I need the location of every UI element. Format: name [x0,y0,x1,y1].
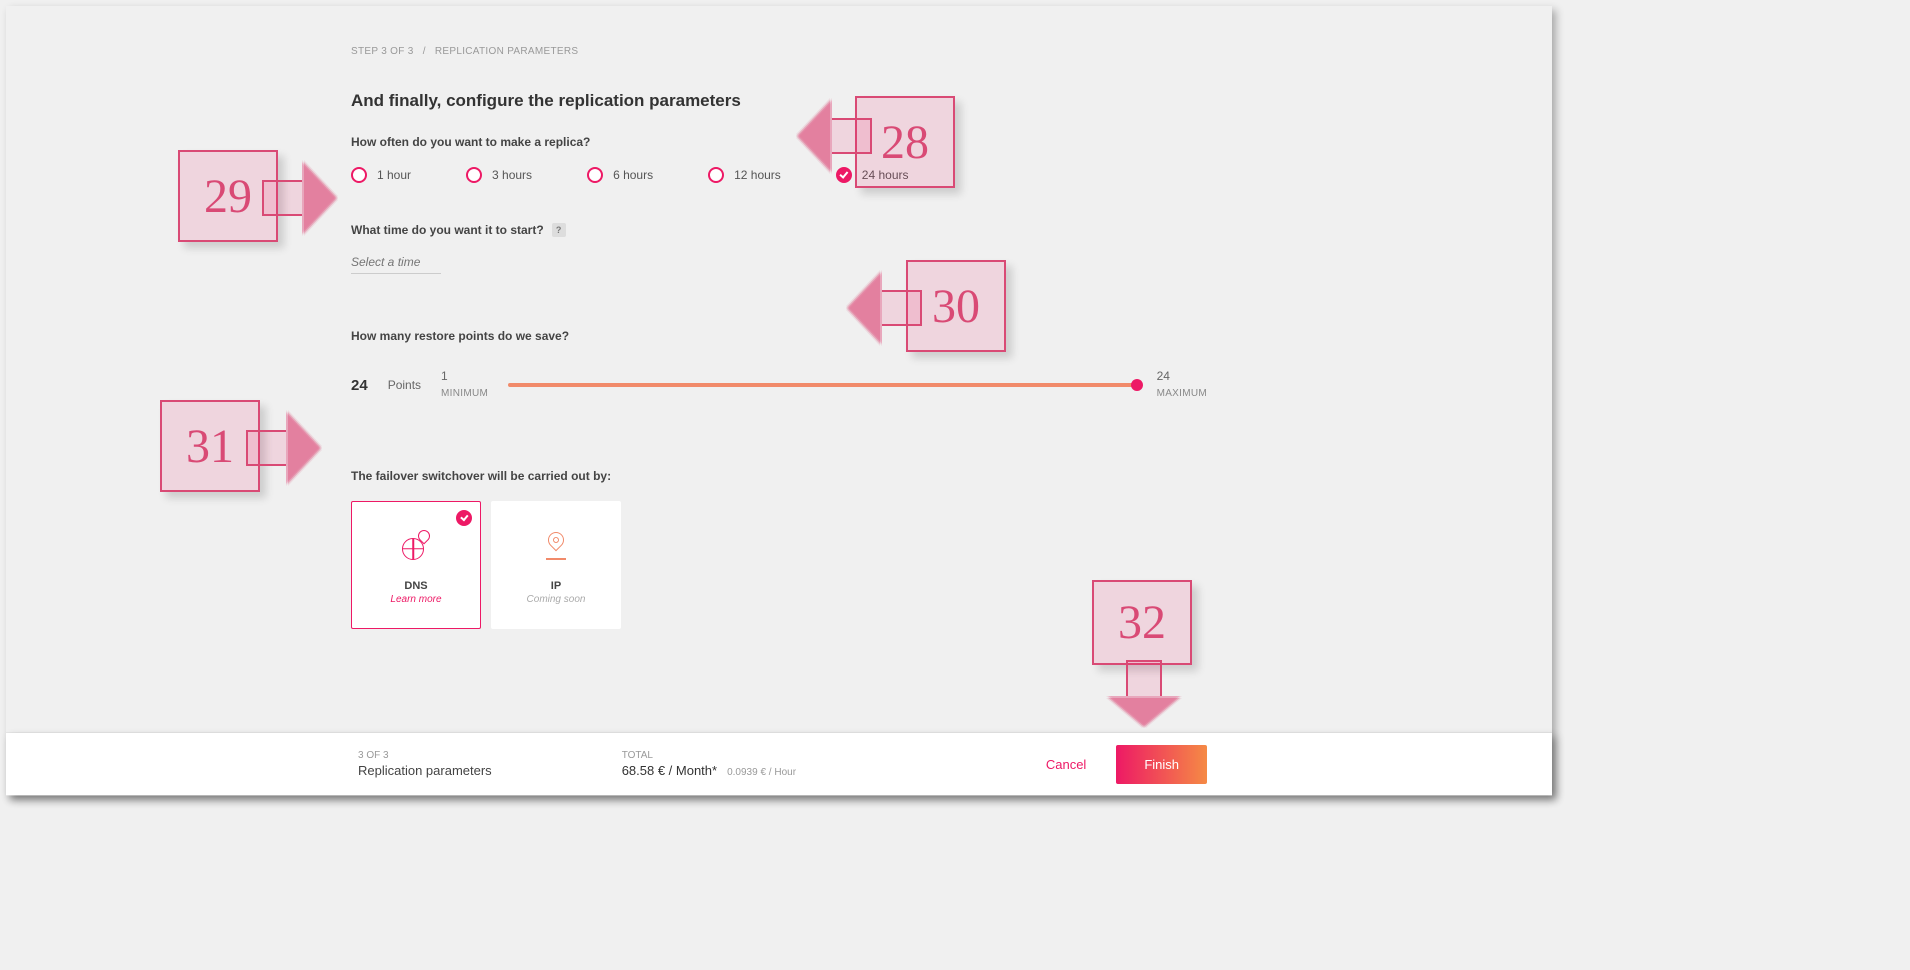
globe-pin-icon [400,532,432,564]
annotation-number: 32 [1094,582,1190,663]
frequency-radio-row: 1 hour 3 hours 6 hours 12 hours 24 hours [351,167,1207,183]
footer-left: 3 OF 3 Replication parameters TOTAL 68.5… [358,750,796,778]
footer-step-count: 3 OF 3 [358,750,492,761]
content-wrap: STEP 3 OF 3 / REPLICATION PARAMETERS And… [6,6,1552,659]
footer-total: TOTAL 68.58 € / Month* 0.0939 € / Hour [622,750,796,778]
breadcrumb-step: STEP 3 OF 3 [351,46,414,57]
radio-3hours[interactable]: 3 hours [466,167,532,183]
footer-price-hour: 0.0939 € / Hour [727,767,796,778]
radio-label: 3 hours [492,168,532,182]
failover-card-dns[interactable]: DNS Learn more [351,501,481,629]
cancel-button[interactable]: Cancel [1046,757,1086,772]
arrow-right-icon [246,430,320,466]
breadcrumb: STEP 3 OF 3 / REPLICATION PARAMETERS [351,46,1207,57]
failover-label: The failover switchover will be carried … [351,469,1207,483]
footer-step-name: Replication parameters [358,763,492,778]
slider-min-label: MINIMUM [441,388,488,399]
slider-max-val: 24 [1157,369,1207,383]
help-icon[interactable]: ? [552,223,566,237]
breadcrumb-sep: / [423,46,426,57]
radio-label: 6 hours [613,168,653,182]
start-time-label: What time do you want it to start? [351,223,544,237]
slider-max: 24 MAXIMUM [1157,369,1207,401]
arrow-left-icon [848,290,922,326]
failover-card-ip: IP Coming soon [491,501,621,629]
radio-icon [587,167,603,183]
slider-max-label: MAXIMUM [1157,388,1207,399]
annotation-32: 32 [1092,580,1192,665]
footer-bar: 3 OF 3 Replication parameters TOTAL 68.5… [6,733,1552,795]
breadcrumb-page: REPLICATION PARAMETERS [435,46,578,57]
annotation-number: 31 [162,402,258,490]
slider-min: 1 MINIMUM [441,369,488,401]
radio-icon [351,167,367,183]
card-learn-more-link[interactable]: Learn more [390,594,441,605]
arrow-right-icon [262,180,336,216]
annotation-number: 30 [908,262,1004,350]
slider-track [508,383,1136,387]
arrow-down-icon [1126,660,1162,726]
footer-price-month: 68.58 € / Month* [622,763,717,778]
restore-unit: Points [388,378,421,392]
radio-6hours[interactable]: 6 hours [587,167,653,183]
radio-label: 1 hour [377,168,411,182]
card-coming-soon: Coming soon [527,594,586,605]
footer-total-label: TOTAL [622,750,796,761]
check-icon [456,510,472,526]
footer-step: 3 OF 3 Replication parameters [358,750,492,778]
radio-icon [708,167,724,183]
radio-icon [466,167,482,183]
failover-card-row: DNS Learn more IP Coming soon [351,501,1207,629]
frequency-label: How often do you want to make a replica? [351,135,1207,149]
radio-12hours[interactable]: 12 hours [708,167,781,183]
restore-value: 24 [351,377,368,394]
restore-slider[interactable] [508,383,1136,387]
annotation-31: 31 [160,400,260,492]
card-title: DNS [404,580,427,592]
start-time-input[interactable] [351,251,441,274]
radio-label: 12 hours [734,168,781,182]
restore-label: How many restore points do we save? [351,329,1207,343]
map-pin-icon [540,532,572,564]
page-title: And finally, configure the replication p… [351,91,1207,111]
slider-min-val: 1 [441,369,488,383]
arrow-left-icon [798,118,872,154]
radio-icon-checked [836,167,852,183]
footer-right: Cancel Finish [1046,745,1207,784]
slider-handle[interactable] [1131,379,1143,391]
restore-slider-row: 24 Points 1 MINIMUM 24 MAXIMUM [351,369,1207,401]
radio-1hour[interactable]: 1 hour [351,167,411,183]
finish-button[interactable]: Finish [1116,745,1207,784]
card-title: IP [551,580,561,592]
